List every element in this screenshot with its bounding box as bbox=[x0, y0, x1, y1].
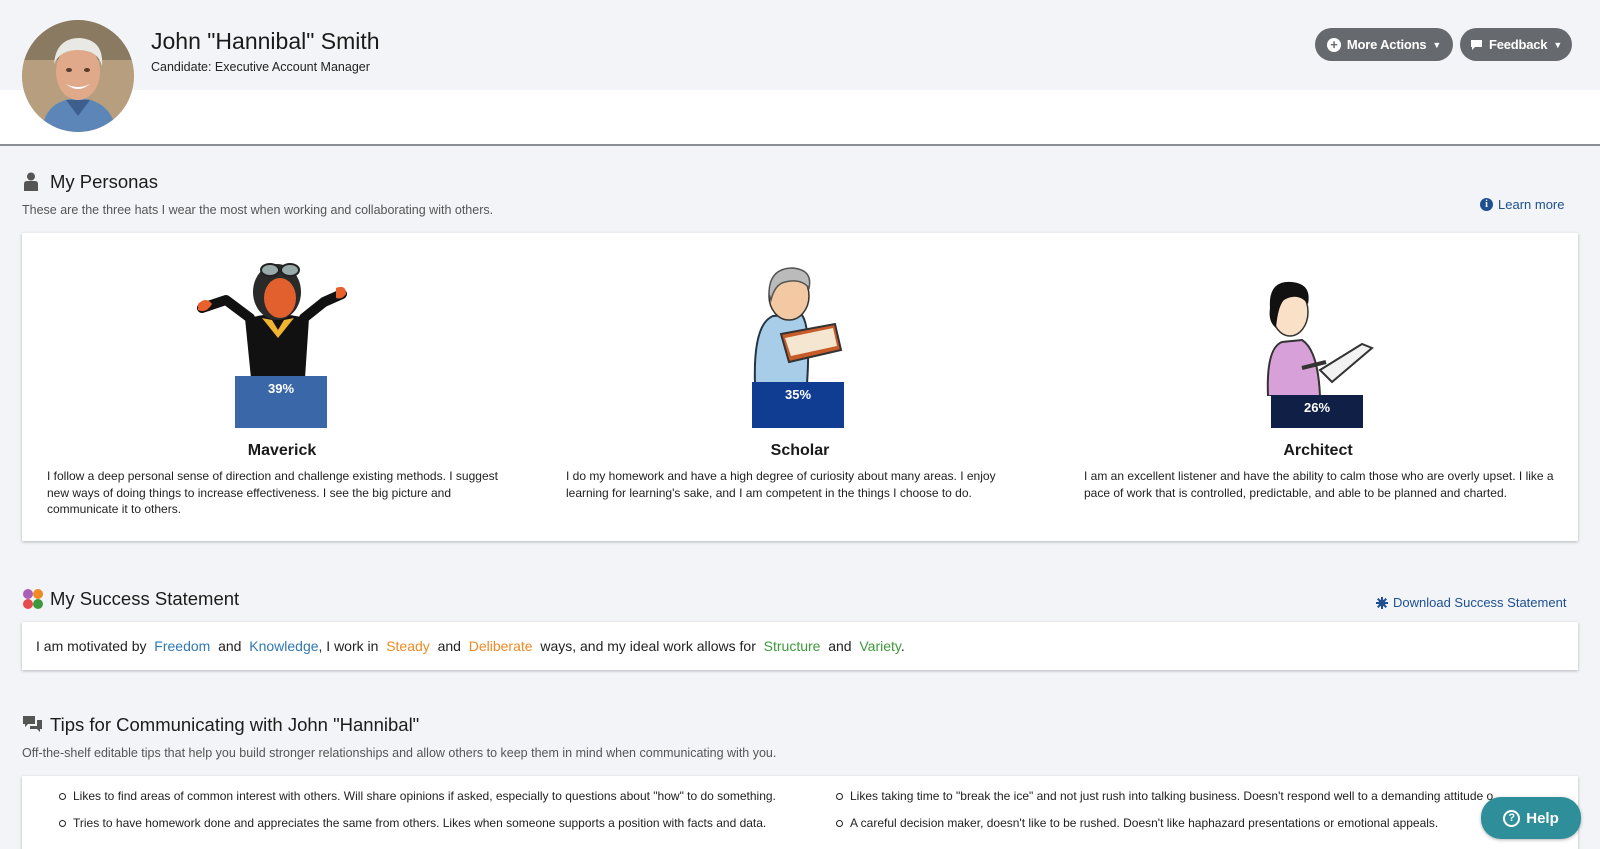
success-statement: I am motivated by Freedom and Knowledge,… bbox=[36, 638, 905, 654]
avatar bbox=[22, 20, 134, 132]
tip-item: Likes taking time to "break the ice" and… bbox=[834, 789, 1494, 803]
candidate-name: John "Hannibal" Smith bbox=[151, 28, 380, 54]
success-keyword: Freedom bbox=[154, 638, 211, 654]
success-text: and bbox=[437, 638, 461, 654]
success-keyword: Structure bbox=[763, 638, 821, 654]
header-band bbox=[0, 90, 1600, 146]
chat-bubbles-icon bbox=[23, 716, 42, 732]
more-actions-button[interactable]: + More Actions ▼ bbox=[1315, 28, 1453, 61]
candidate-role: Candidate: Executive Account Manager bbox=[151, 60, 370, 74]
tips-subtitle: Off-the-shelf editable tips that help yo… bbox=[22, 746, 777, 760]
success-text: and bbox=[218, 638, 242, 654]
scholar-name: Scholar bbox=[770, 442, 830, 459]
tip-item: Tries to have homework done and apprecia… bbox=[57, 816, 776, 830]
plus-circle-icon: + bbox=[1326, 37, 1341, 52]
tips-right-list: Likes taking time to "break the ice" and… bbox=[834, 789, 1494, 839]
help-button[interactable]: ? Help bbox=[1481, 797, 1581, 839]
tips-right-clip: Likes taking time to "break the ice" and… bbox=[834, 789, 1494, 839]
caret-down-icon: ▼ bbox=[1553, 39, 1563, 50]
help-label: Help bbox=[1526, 809, 1559, 827]
success-text: . bbox=[900, 638, 905, 654]
success-text: and bbox=[828, 638, 852, 654]
success-keyword: Steady bbox=[386, 638, 430, 654]
maverick-description: I follow a deep personal sense of direct… bbox=[47, 469, 498, 516]
architect-illustration bbox=[1266, 281, 1374, 396]
tip-item: Likes to find areas of common interest w… bbox=[57, 789, 776, 803]
success-keyword: Variety bbox=[859, 638, 901, 654]
success-colors-icon bbox=[23, 589, 43, 609]
more-actions-label: More Actions bbox=[1346, 37, 1427, 52]
feedback-button[interactable]: Feedback ▼ bbox=[1460, 28, 1572, 61]
question-icon: ? bbox=[1503, 809, 1521, 827]
architect-description: I am an excellent listener and have the … bbox=[1084, 469, 1554, 500]
scholar-description: I do my homework and have a high degree … bbox=[566, 469, 996, 500]
maverick-name: Maverick bbox=[247, 442, 317, 459]
person-icon bbox=[24, 172, 38, 191]
download-success-label: Download Success Statement bbox=[1393, 595, 1567, 610]
learn-more-label: Learn more bbox=[1498, 197, 1565, 212]
caret-down-icon: ▼ bbox=[1432, 39, 1442, 50]
success-title: My Success Statement bbox=[50, 588, 240, 609]
maverick-illustration bbox=[197, 263, 347, 378]
personas-subtitle: These are the three hats I wear the most… bbox=[22, 203, 494, 217]
success-text: , I work in bbox=[318, 638, 379, 654]
feedback-label: Feedback bbox=[1488, 37, 1548, 52]
success-text: I am motivated by bbox=[36, 638, 147, 654]
gear-icon bbox=[1376, 596, 1388, 609]
tip-item: A careful decision maker, doesn't like t… bbox=[834, 816, 1494, 830]
success-keyword: Deliberate bbox=[468, 638, 533, 654]
scholar-illustration bbox=[753, 267, 843, 384]
personas-title: My Personas bbox=[50, 171, 158, 192]
tips-title: Tips for Communicating with John "Hannib… bbox=[50, 714, 420, 735]
download-success-link[interactable]: Download Success Statement bbox=[1376, 595, 1566, 610]
architect-name: Architect bbox=[1283, 442, 1353, 459]
scholar-percent-bar: 35% bbox=[752, 382, 844, 428]
success-text: ways, and my ideal work allows for bbox=[540, 638, 756, 654]
maverick-percent-bar: 39% bbox=[235, 376, 327, 428]
info-icon: i bbox=[1480, 198, 1493, 211]
tips-left-list: Likes to find areas of common interest w… bbox=[57, 789, 776, 843]
comment-icon bbox=[1470, 39, 1482, 50]
architect-percent-bar: 26% bbox=[1271, 395, 1363, 428]
success-keyword: Knowledge bbox=[249, 638, 319, 654]
learn-more-link[interactable]: i Learn more bbox=[1480, 197, 1564, 212]
